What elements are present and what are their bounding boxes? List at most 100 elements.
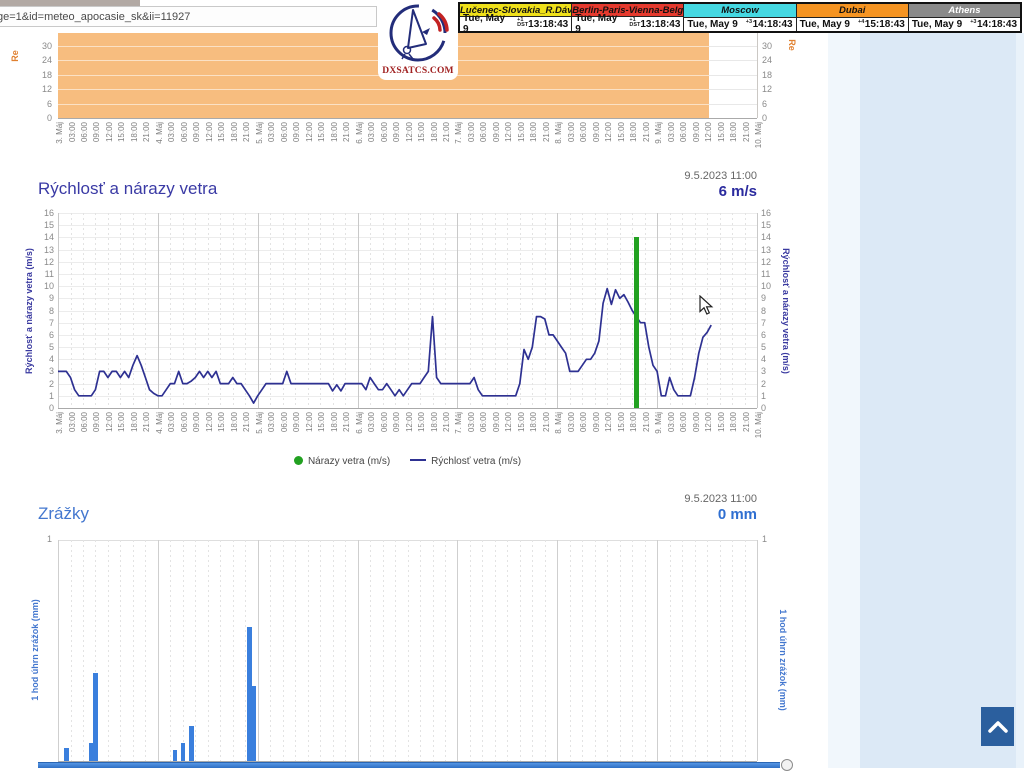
clock-utc-offset: +1DST: [629, 18, 640, 28]
minor-gridline: [83, 540, 84, 761]
wind-ytick: 15: [761, 220, 783, 230]
wind-ytick: 14: [32, 232, 54, 242]
clock-time-row: Tue, May 9+1DST13:18:43: [460, 17, 571, 31]
chevron-up-icon: [985, 717, 1011, 737]
rain-bar: [181, 743, 186, 761]
minor-gridline: [720, 540, 721, 761]
day-gridline: [757, 33, 758, 118]
clock-column: MoscowTue, May 9+314:18:43: [683, 4, 795, 31]
minor-gridline: [120, 540, 121, 761]
legend-item-speed[interactable]: Rýchlosť vetra (m/s): [410, 456, 521, 467]
wind-chart-plot[interactable]: [58, 213, 757, 409]
minor-gridline: [270, 540, 271, 761]
wind-ytick: 12: [32, 257, 54, 267]
minor-gridline: [383, 540, 384, 761]
minor-gridline: [695, 540, 696, 761]
minor-gridline: [482, 540, 483, 761]
minor-gridline: [133, 540, 134, 761]
clock-time-row: Tue, May 9+314:18:43: [909, 18, 1020, 31]
wind-ytick: 13: [32, 245, 54, 255]
wind-ytick: 1: [761, 391, 783, 401]
minor-gridline: [545, 540, 546, 761]
wind-ytick: 1: [32, 391, 54, 401]
rain-ylabel-right: 1 hod úhrn zrážok (mm): [788, 660, 890, 670]
wind-current-readout: 9.5.2023 11:00 6 m/s: [507, 170, 757, 200]
top-chart-ylabel-right: Re: [797, 45, 809, 55]
clock-date: Tue, May 9: [463, 13, 509, 35]
wind-ytick: 15: [32, 220, 54, 230]
gusts-dot-icon: [294, 456, 303, 465]
minor-gridline: [370, 540, 371, 761]
wind-ytick: 10: [32, 281, 54, 291]
minor-gridline: [682, 540, 683, 761]
minor-gridline: [195, 540, 196, 761]
wind-current-value: 6 m/s: [507, 183, 757, 200]
minor-gridline: [283, 540, 284, 761]
wind-ylabel-right: Rýchlosť a nárazy vetra (m/s): [791, 311, 917, 321]
clock-date: Tue, May 9: [687, 19, 737, 30]
fill-gridline: [58, 89, 709, 90]
wind-ytick: 11: [761, 269, 783, 279]
wind-ytick: 16: [761, 208, 783, 218]
rain-chart-title: Zrážky: [38, 504, 89, 524]
wind-ytick: 6: [32, 330, 54, 340]
top-ytick: 6: [30, 99, 52, 109]
clock-city: Moscow: [684, 4, 795, 18]
range-selector-strip[interactable]: [38, 762, 780, 768]
day-gridline: [757, 540, 758, 761]
clock-time: 13:18:43: [640, 19, 680, 30]
weather-page: 3024181260 3024181260 3. Máj03:0006:0009…: [0, 0, 1024, 768]
clock-utc-offset: +1DST: [517, 18, 528, 28]
scroll-to-top-button[interactable]: [981, 707, 1014, 746]
minor-gridline: [670, 540, 671, 761]
minor-gridline: [420, 540, 421, 761]
right-pale-gutter: [828, 33, 860, 768]
wind-legend: Nárazy vetra (m/s) Rýchlosť vetra (m/s): [58, 456, 757, 467]
rain-ytick-left: 1: [30, 534, 52, 544]
clock-time-row: Tue, May 9+415:18:43: [797, 18, 908, 31]
top-ytick: 18: [30, 70, 52, 80]
minor-gridline: [245, 540, 246, 761]
minor-gridline: [170, 540, 171, 761]
minor-gridline: [732, 540, 733, 761]
status-bar: ge=1&id=meteo_apocasie_sk&ii=11927: [0, 6, 377, 27]
top-ytick: 18: [762, 70, 784, 80]
clock-time-row: Tue, May 9+314:18:43: [684, 18, 795, 31]
day-gridline: [757, 213, 758, 408]
clock-time: 14:18:43: [753, 19, 793, 30]
rain-current-value: 0 mm: [507, 506, 757, 523]
status-url-text: ge=1&id=meteo_apocasie_sk&ii=11927: [0, 11, 190, 23]
minor-gridline: [145, 540, 146, 761]
clock-city: Athens: [909, 4, 1020, 18]
minor-gridline: [532, 540, 533, 761]
top-ytick: 12: [30, 84, 52, 94]
legend-item-gusts[interactable]: Nárazy vetra (m/s): [294, 456, 390, 467]
speed-line-icon: [410, 459, 426, 461]
minor-gridline: [183, 540, 184, 761]
minor-gridline: [745, 540, 746, 761]
dxsatcs-logo[interactable]: DXSATCS.COM: [378, 2, 458, 80]
range-selector-handle[interactable]: [781, 759, 793, 771]
minor-gridline: [570, 540, 571, 761]
wind-ytick: 12: [761, 257, 783, 267]
minor-gridline: [620, 540, 621, 761]
rain-current-readout: 9.5.2023 11:00 0 mm: [507, 493, 757, 523]
minor-gridline: [71, 540, 72, 761]
day-gridline: [657, 540, 658, 761]
right-scrollbar-track[interactable]: [1016, 33, 1024, 768]
clock-column: Lučenec-Slovakia_R.DávidTue, May 9+1DST1…: [460, 4, 571, 31]
day-gridline: [258, 540, 259, 761]
wind-speed-line: [58, 213, 757, 408]
clock-date: Tue, May 9: [575, 13, 621, 35]
day-gridline: [457, 540, 458, 761]
minor-gridline: [320, 540, 321, 761]
top-ytick: 24: [30, 55, 52, 65]
mouse-cursor-icon: [699, 295, 714, 316]
wind-ytick: 8: [761, 306, 783, 316]
minor-gridline: [607, 540, 608, 761]
clock-time: 15:18:43: [865, 19, 905, 30]
satellite-dish-icon: [378, 2, 458, 64]
day-gridline: [358, 540, 359, 761]
minor-gridline: [445, 540, 446, 761]
wind-ytick: 0: [32, 403, 54, 413]
